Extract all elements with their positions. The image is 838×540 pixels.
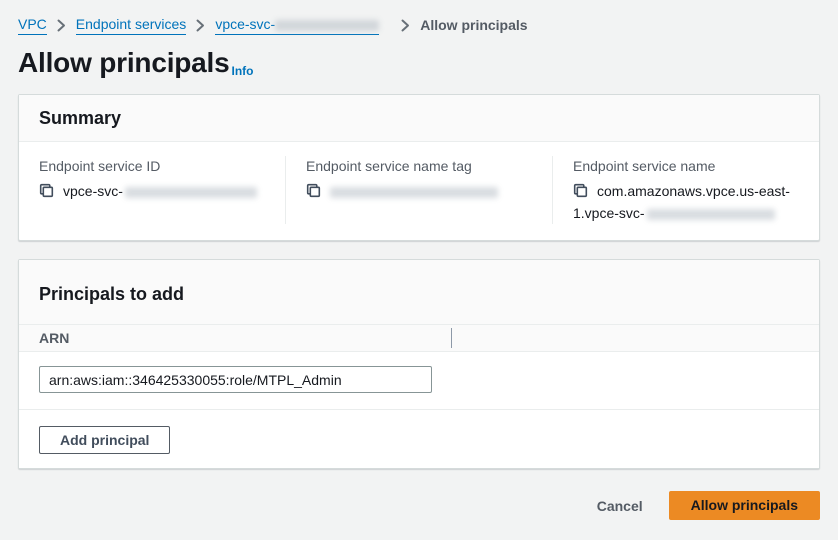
footer-actions: Cancel Allow principals	[18, 469, 820, 540]
summary-body: Endpoint service ID vpce-svc- Endpoint s…	[19, 142, 819, 240]
breadcrumb: VPC Endpoint services vpce-svc- Allow pr…	[18, 0, 820, 35]
field-value: com.amazonaws.vpce.us-east-1.vpce-svc-	[573, 180, 799, 224]
copy-icon[interactable]	[39, 183, 54, 198]
allow-principals-page: VPC Endpoint services vpce-svc- Allow pr…	[0, 0, 838, 540]
breadcrumb-endpoint-services-link[interactable]: Endpoint services	[76, 15, 187, 35]
redacted-service-id	[275, 20, 379, 31]
field-value	[306, 180, 532, 202]
field-label: Endpoint service ID	[39, 156, 265, 176]
summary-card: Summary Endpoint service ID vpce-svc- En…	[18, 94, 820, 241]
principals-table-header: ARN	[19, 325, 819, 352]
breadcrumb-current: Allow principals	[420, 16, 527, 34]
arn-input[interactable]	[39, 366, 432, 393]
field-value: vpce-svc-	[39, 180, 265, 202]
arn-input-row	[19, 352, 819, 410]
page-title: Allow principals	[18, 47, 230, 79]
allow-principals-button[interactable]: Allow principals	[669, 491, 820, 520]
field-label: Endpoint service name	[573, 156, 799, 176]
breadcrumb-separator-icon	[57, 19, 66, 32]
principals-card: Principals to add ARN Add principal	[18, 259, 820, 469]
summary-field-endpoint-service-name-tag: Endpoint service name tag	[285, 156, 552, 224]
add-principal-row: Add principal	[19, 410, 819, 468]
summary-field-endpoint-service-id: Endpoint service ID vpce-svc-	[19, 156, 285, 224]
principals-card-header: Principals to add	[19, 260, 819, 325]
arn-column-header: ARN	[39, 330, 69, 346]
column-divider	[451, 328, 452, 348]
page-title-row: Allow principals Info	[18, 47, 820, 79]
field-value-text: vpce-svc-	[63, 183, 123, 199]
info-link[interactable]: Info	[232, 63, 254, 79]
summary-card-header: Summary	[19, 95, 819, 142]
copy-icon[interactable]	[573, 183, 588, 198]
principals-title: Principals to add	[39, 283, 799, 305]
breadcrumb-separator-icon	[196, 19, 205, 32]
redacted-value	[125, 187, 257, 198]
breadcrumb-service-id-link[interactable]: vpce-svc-	[215, 15, 379, 35]
breadcrumb-separator-icon	[401, 19, 410, 32]
service-id-prefix: vpce-svc-	[215, 16, 275, 32]
copy-icon[interactable]	[306, 183, 321, 198]
cancel-button[interactable]: Cancel	[581, 491, 659, 520]
summary-title: Summary	[39, 107, 799, 129]
redacted-value	[330, 187, 498, 198]
breadcrumb-vpc-link[interactable]: VPC	[18, 15, 47, 35]
redacted-value	[647, 209, 775, 220]
field-label: Endpoint service name tag	[306, 156, 532, 176]
summary-field-endpoint-service-name: Endpoint service name com.amazonaws.vpce…	[552, 156, 819, 224]
add-principal-button[interactable]: Add principal	[39, 426, 170, 454]
